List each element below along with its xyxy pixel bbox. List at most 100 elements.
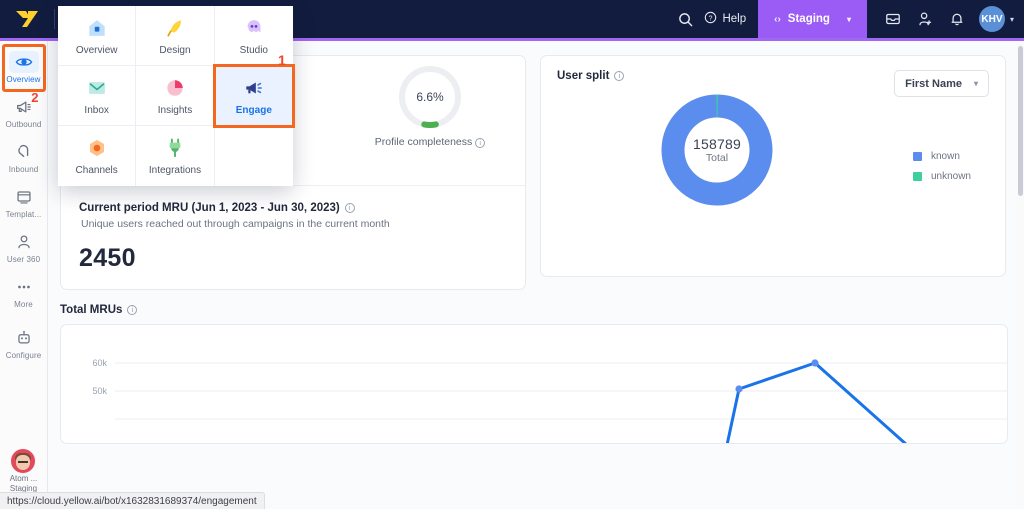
sidebar-item-label: Overview: [6, 75, 41, 84]
app-menu-label: Studio: [239, 44, 268, 56]
sidebar-item-more[interactable]: More: [0, 270, 48, 315]
sidebar-item-label: Configure: [5, 351, 42, 360]
status-bar-url: https://cloud.yellow.ai/bot/x16328316893…: [7, 495, 257, 507]
megaphone-icon: [242, 76, 266, 100]
svg-text:?: ?: [709, 15, 713, 22]
plug-icon: [163, 136, 187, 160]
app-switcher-menu: Overview Design Studio Inbox Insights En…: [58, 6, 296, 186]
current-period-mru-value: 2450: [79, 244, 136, 272]
sidebar-item-user360[interactable]: User 360: [0, 225, 48, 270]
chat-ghost-icon: [242, 16, 266, 40]
sidebar-item-inbound[interactable]: Inbound: [0, 135, 48, 180]
annotation-number-1: 1: [278, 52, 286, 68]
svg-text:50k: 50k: [92, 386, 107, 396]
user-split-title-text: User split: [557, 70, 610, 82]
chevron-down-icon: ▾: [973, 79, 978, 88]
user-attribute-select-value: First Name: [905, 77, 962, 90]
environment-selector[interactable]: ‹› Staging ▾: [758, 0, 867, 38]
app-menu-item-engage[interactable]: Engage: [212, 64, 296, 128]
app-menu-item-integrations[interactable]: Integrations: [136, 126, 215, 186]
question-circle-icon: ?: [704, 11, 717, 27]
app-menu-item-empty: [214, 126, 293, 186]
app-menu-item-overview[interactable]: Overview: [58, 6, 137, 66]
avatar-chevron-down-icon[interactable]: ▾: [1010, 15, 1014, 24]
sidebar-item-outbound[interactable]: 2 Outbound: [0, 90, 48, 135]
current-period-mru-panel: Current period MRU (Jun 1, 2023 - Jun 30…: [61, 186, 525, 289]
total-mrus-line-chart: 60k 50k: [67, 333, 1007, 443]
user-attribute-select[interactable]: First Name ▾: [894, 70, 989, 97]
bell-icon[interactable]: [941, 0, 973, 38]
app-menu-label: Engage: [235, 104, 272, 116]
outbound-annotation-number: 2: [31, 90, 39, 105]
legend-label: known: [930, 151, 960, 162]
sidebar-item-overview[interactable]: Overview: [0, 45, 48, 90]
sidebar-item-label: Templat...: [5, 210, 42, 219]
app-menu-label: Overview: [75, 44, 118, 56]
inbox-tray-icon[interactable]: [877, 0, 909, 38]
sidebar-item-label: Outbound: [5, 120, 42, 129]
sidebar-item-label: User 360: [6, 255, 41, 264]
donut-ring: 158789 Total: [661, 94, 773, 206]
gauge-caption: Profile completeness i: [355, 136, 505, 148]
app-menu-item-inbox[interactable]: Inbox: [58, 66, 137, 126]
info-icon[interactable]: i: [344, 203, 355, 213]
house-icon: [85, 16, 109, 40]
total-mrus-title: Total MRUs i: [60, 304, 1008, 316]
legend-item[interactable]: known: [912, 151, 971, 162]
app-menu-label: Insights: [157, 104, 193, 116]
bot-name: Atom ...: [9, 474, 38, 483]
ellipsis-icon: [9, 276, 39, 298]
browser-viewport: ? Help ‹› Staging ▾ KHV ▾ Overview 2 Out…: [0, 0, 1024, 509]
bot-avatar[interactable]: [10, 448, 37, 474]
environment-label: Staging: [787, 13, 830, 25]
search-icon[interactable]: [670, 0, 700, 38]
info-icon[interactable]: i: [127, 305, 138, 315]
current-period-mru-title-text: Current period MRU (Jun 1, 2023 - Jun 30…: [79, 202, 340, 214]
donut-total-caption: Total: [705, 152, 729, 164]
app-menu-label: Integrations: [148, 165, 202, 176]
template-window-icon: [9, 186, 39, 208]
sidebar-item-templates[interactable]: Templat...: [0, 180, 48, 225]
donut-center-label: 158789 Total: [661, 94, 773, 206]
app-menu-label: Design: [159, 44, 191, 56]
total-mrus-chart-card: 60k 50k: [60, 324, 1008, 444]
page-scrollbar-thumb[interactable]: [1018, 46, 1023, 196]
legend-label: unknown: [930, 171, 971, 182]
header-divider: [54, 9, 55, 29]
app-menu-item-channels[interactable]: Channels: [58, 126, 137, 186]
robot-icon: [9, 327, 39, 349]
gauge-percent-label: 6.6%: [416, 90, 444, 104]
hexagon-icon: [85, 136, 109, 160]
current-period-mru-title: Current period MRU (Jun 1, 2023 - Jun 30…: [79, 202, 507, 214]
user-avatar[interactable]: KHV: [978, 6, 1005, 32]
topbar-action-icons: [867, 0, 973, 38]
sidebar-item-configure[interactable]: Configure: [0, 321, 48, 366]
help-button[interactable]: ? Help: [700, 0, 758, 38]
profile-completeness-gauge: 6.6% Profile completeness i: [355, 64, 505, 148]
donut-total-value: 158789: [693, 136, 741, 152]
eye-icon: [9, 51, 39, 73]
code-brackets-icon: ‹›: [774, 13, 781, 25]
user-split-card: User split i First Name ▾ 158789 Total k…: [540, 55, 1006, 277]
app-menu-item-design[interactable]: Design: [136, 6, 215, 66]
legend-item[interactable]: unknown: [912, 171, 971, 182]
user-split-title: User split i: [557, 70, 625, 82]
yellow-ai-logo-icon[interactable]: [0, 0, 54, 38]
sidebar-item-label: More: [14, 300, 33, 309]
user-split-donut-chart: 158789 Total: [661, 94, 773, 206]
magnet-icon: [9, 141, 39, 163]
current-period-mru-subtitle: Unique users reached out through campaig…: [81, 218, 390, 230]
info-icon[interactable]: i: [614, 71, 625, 81]
app-menu-item-insights[interactable]: Insights: [136, 66, 215, 126]
legend-swatch-known: [912, 152, 922, 161]
person-add-icon[interactable]: [909, 0, 941, 38]
person-icon: [9, 231, 39, 253]
info-icon[interactable]: i: [475, 137, 486, 148]
quill-feather-icon: [163, 16, 187, 40]
svg-text:60k: 60k: [92, 358, 107, 368]
total-mrus-section: Total MRUs i 60k 50k: [60, 304, 1008, 444]
envelope-icon: [85, 76, 109, 100]
app-menu-label: Channels: [75, 165, 118, 176]
sidebar-item-label: Inbound: [8, 165, 39, 174]
user-split-header: User split i First Name ▾: [557, 70, 989, 97]
